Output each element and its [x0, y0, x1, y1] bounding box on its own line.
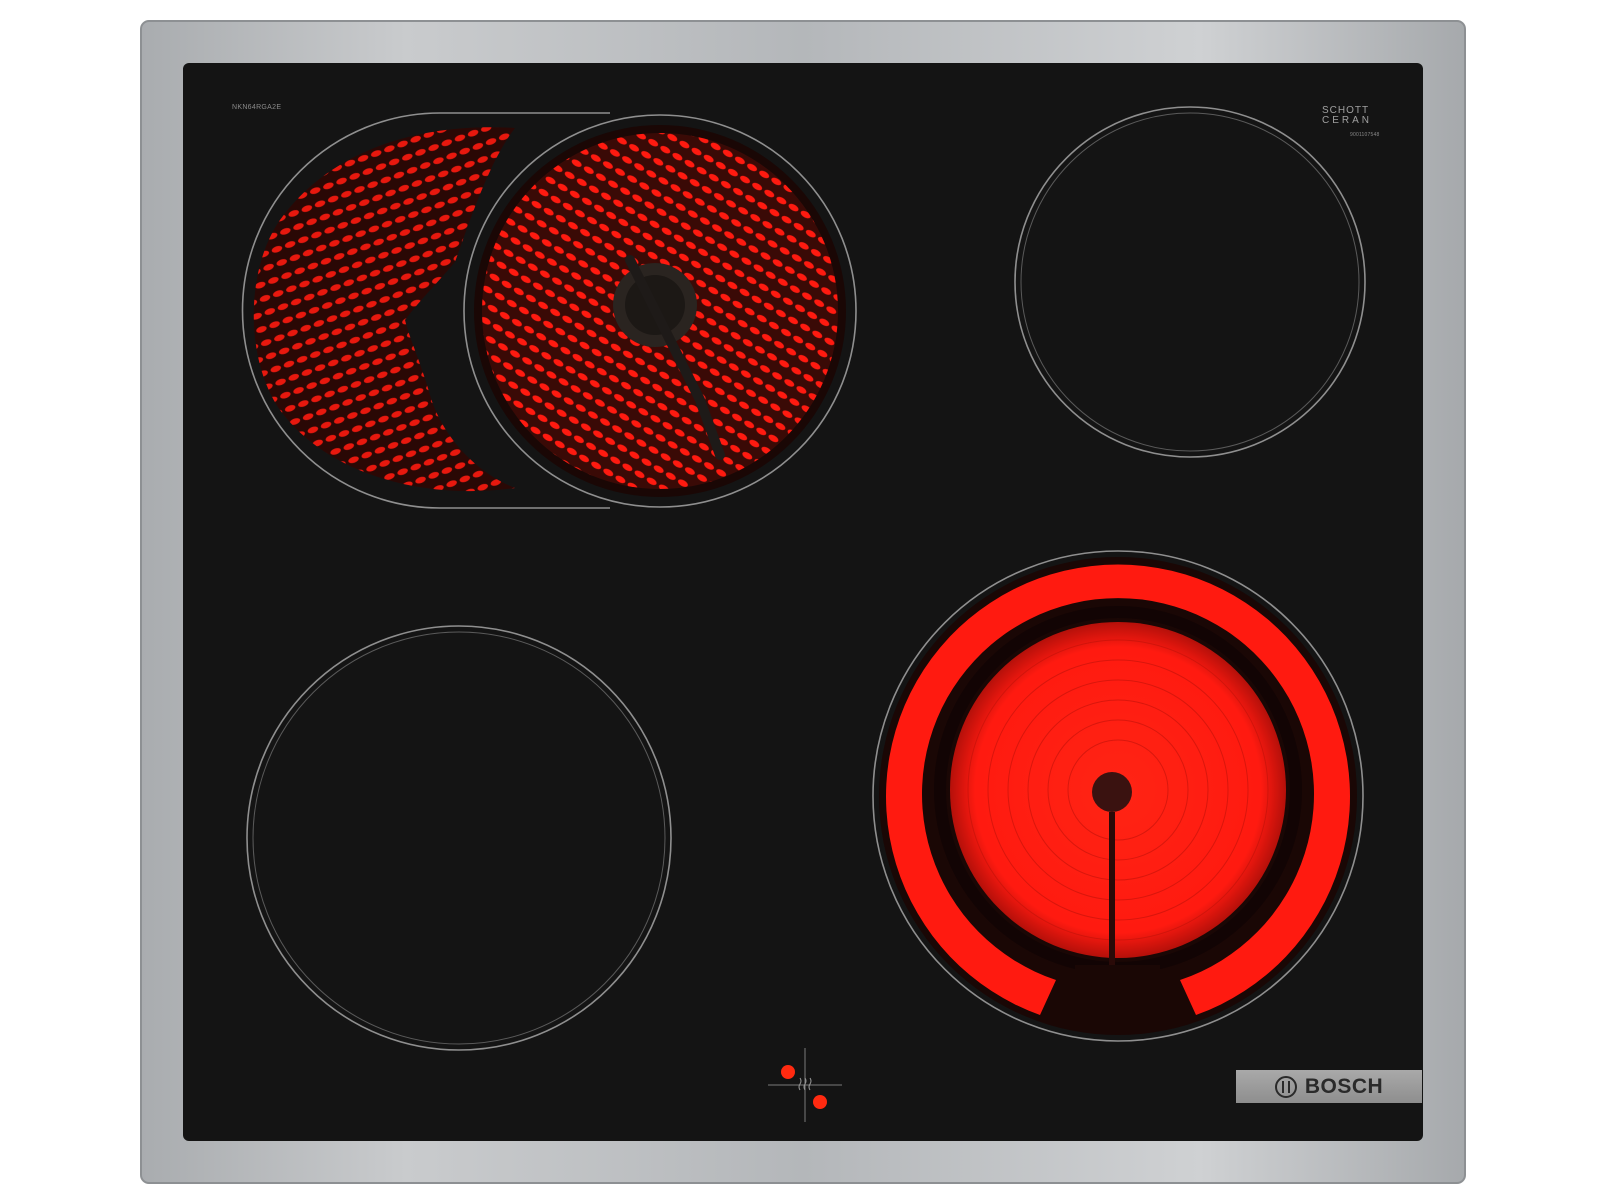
glass-serial: 9001107548 [1350, 132, 1380, 138]
cooktop-photo: NKN64RGA2E SCHOTT CERAN 9001107548 BOSCH [0, 0, 1600, 1200]
ceran-text: CERAN [1322, 115, 1373, 126]
schott-ceran-logo: SCHOTT CERAN 9001107548 [1322, 106, 1388, 140]
indicator-light-top [781, 1065, 795, 1079]
bosch-logo-icon [1274, 1075, 1297, 1098]
zone-rear-left[interactable] [241, 112, 857, 509]
cooktop-illustration [140, 20, 1466, 1184]
brand-plate: BOSCH [1236, 1070, 1422, 1103]
brand-name: BOSCH [1304, 1074, 1384, 1098]
indicator-light-bottom [813, 1095, 827, 1109]
model-code-label: NKN64RGA2E [232, 104, 282, 111]
